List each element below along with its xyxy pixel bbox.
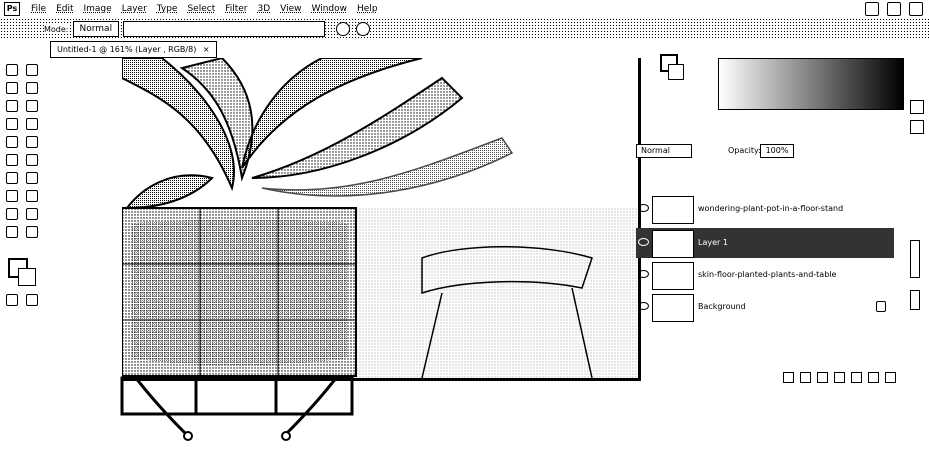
eye-icon[interactable] bbox=[638, 204, 649, 212]
opacity-label: Opacity: bbox=[728, 146, 761, 155]
new-group-icon[interactable] bbox=[851, 372, 862, 383]
eye-icon[interactable] bbox=[638, 238, 649, 246]
panel-background-swatch[interactable] bbox=[668, 64, 684, 80]
quick-mask-icon[interactable] bbox=[6, 294, 18, 306]
plant-stand-artwork bbox=[120, 376, 354, 441]
eraser-tool-icon[interactable] bbox=[6, 154, 18, 166]
move-tool-icon[interactable] bbox=[6, 64, 18, 76]
layer-thumbnail bbox=[652, 294, 694, 322]
menu-layer[interactable]: Layer bbox=[117, 4, 152, 14]
commit-transform-icon[interactable] bbox=[356, 22, 371, 36]
crop-tool-icon[interactable] bbox=[6, 100, 18, 112]
opacity-field[interactable]: 100% bbox=[760, 144, 794, 158]
dock-scrollbar-handle[interactable] bbox=[910, 290, 920, 310]
menu-window[interactable]: Window bbox=[307, 4, 353, 14]
maximize-icon[interactable] bbox=[887, 2, 901, 16]
document-canvas[interactable] bbox=[122, 58, 641, 381]
plant-artwork bbox=[122, 58, 638, 378]
right-panels: Normal Opacity: 100% wondering-plant-pot… bbox=[636, 40, 929, 457]
menu-type[interactable]: Type bbox=[152, 4, 183, 14]
color-spectrum[interactable] bbox=[718, 58, 904, 110]
menu-help[interactable]: Help bbox=[352, 4, 383, 14]
blend-mode-select[interactable]: Normal bbox=[636, 144, 692, 158]
history-brush-tool-icon[interactable] bbox=[26, 136, 38, 148]
cancel-transform-icon[interactable] bbox=[336, 22, 351, 36]
layer-thumbnail bbox=[652, 262, 694, 290]
options-fields[interactable] bbox=[123, 21, 326, 37]
background-color-swatch[interactable] bbox=[18, 268, 36, 286]
layer-style-icon[interactable] bbox=[800, 372, 811, 383]
new-layer-icon[interactable] bbox=[868, 372, 879, 383]
menu-view[interactable]: View bbox=[275, 4, 306, 14]
layers-panel: Normal Opacity: 100% wondering-plant-pot… bbox=[636, 126, 901, 426]
layer-thumbnail bbox=[652, 230, 694, 258]
layer-name: skin-floor-planted-plants-and-table bbox=[698, 270, 837, 279]
gradient-tool-icon[interactable] bbox=[26, 154, 38, 166]
document-tab[interactable]: Untitled-1 @ 161% (Layer , RGB/8) × bbox=[50, 41, 217, 58]
mode-label: Mode: bbox=[44, 24, 69, 34]
shape-tool-icon[interactable] bbox=[26, 208, 38, 220]
layer-name: Layer 1 bbox=[698, 238, 728, 247]
clone-stamp-tool-icon[interactable] bbox=[6, 136, 18, 148]
pen-tool-icon[interactable] bbox=[6, 190, 18, 202]
document-title: Untitled-1 @ 161% (Layer , RGB/8) bbox=[57, 45, 197, 54]
type-tool-icon[interactable] bbox=[26, 190, 38, 202]
menu-3d[interactable]: 3D bbox=[253, 4, 276, 14]
link-layers-icon[interactable] bbox=[783, 372, 794, 383]
hand-tool-icon[interactable] bbox=[6, 226, 18, 238]
layer-name: Background bbox=[698, 302, 746, 311]
layer-name: wondering-plant-pot-in-a-floor-stand bbox=[698, 204, 844, 213]
dock-panel-icon[interactable] bbox=[910, 120, 924, 134]
layer-row-selected[interactable]: Layer 1 bbox=[636, 228, 894, 258]
zoom-tool-icon[interactable] bbox=[26, 226, 38, 238]
layer-row[interactable]: Background bbox=[636, 292, 894, 322]
eyedropper-tool-icon[interactable] bbox=[26, 100, 38, 112]
app-logo: Ps bbox=[4, 2, 20, 16]
dock-panel-icon[interactable] bbox=[910, 100, 924, 114]
canvas-area bbox=[46, 58, 641, 457]
blur-tool-icon[interactable] bbox=[6, 172, 18, 184]
adjustment-layer-icon[interactable] bbox=[834, 372, 845, 383]
menu-select[interactable]: Select bbox=[182, 4, 220, 14]
marquee-tool-icon[interactable] bbox=[26, 64, 38, 76]
menu-edit[interactable]: Edit bbox=[51, 4, 78, 14]
layer-row[interactable]: wondering-plant-pot-in-a-floor-stand bbox=[636, 194, 894, 224]
brush-tool-icon[interactable] bbox=[26, 118, 38, 130]
lasso-tool-icon[interactable] bbox=[6, 82, 18, 94]
menu-file[interactable]: File bbox=[26, 4, 51, 14]
layer-thumbnail bbox=[652, 196, 694, 224]
eye-icon[interactable] bbox=[638, 302, 649, 310]
lock-icon bbox=[876, 301, 886, 312]
menu-bar: Ps File Edit Image Layer Type Select Fil… bbox=[0, 0, 929, 18]
add-mask-icon[interactable] bbox=[817, 372, 828, 383]
window-controls bbox=[865, 2, 923, 16]
panel-dock bbox=[904, 40, 929, 457]
minimize-icon[interactable] bbox=[865, 2, 879, 16]
tools-panel bbox=[0, 58, 46, 457]
magic-wand-tool-icon[interactable] bbox=[26, 82, 38, 94]
close-tab-icon[interactable]: × bbox=[203, 45, 210, 54]
dodge-tool-icon[interactable] bbox=[26, 172, 38, 184]
path-selection-tool-icon[interactable] bbox=[6, 208, 18, 220]
dock-scrollbar[interactable] bbox=[910, 240, 920, 278]
layer-row[interactable]: skin-floor-planted-plants-and-table bbox=[636, 260, 894, 290]
menu-filter[interactable]: Filter bbox=[220, 4, 252, 14]
layers-panel-footer bbox=[636, 372, 896, 386]
tool-preset-picker[interactable] bbox=[4, 22, 44, 36]
menu-image[interactable]: Image bbox=[79, 4, 117, 14]
healing-tool-icon[interactable] bbox=[6, 118, 18, 130]
color-panel bbox=[654, 48, 904, 110]
delete-layer-icon[interactable] bbox=[885, 372, 896, 383]
close-window-icon[interactable] bbox=[909, 2, 923, 16]
screen-mode-icon[interactable] bbox=[26, 294, 38, 306]
options-bar: Mode: Normal bbox=[0, 18, 929, 40]
mode-select[interactable]: Normal bbox=[72, 21, 120, 37]
eye-icon[interactable] bbox=[638, 270, 649, 278]
